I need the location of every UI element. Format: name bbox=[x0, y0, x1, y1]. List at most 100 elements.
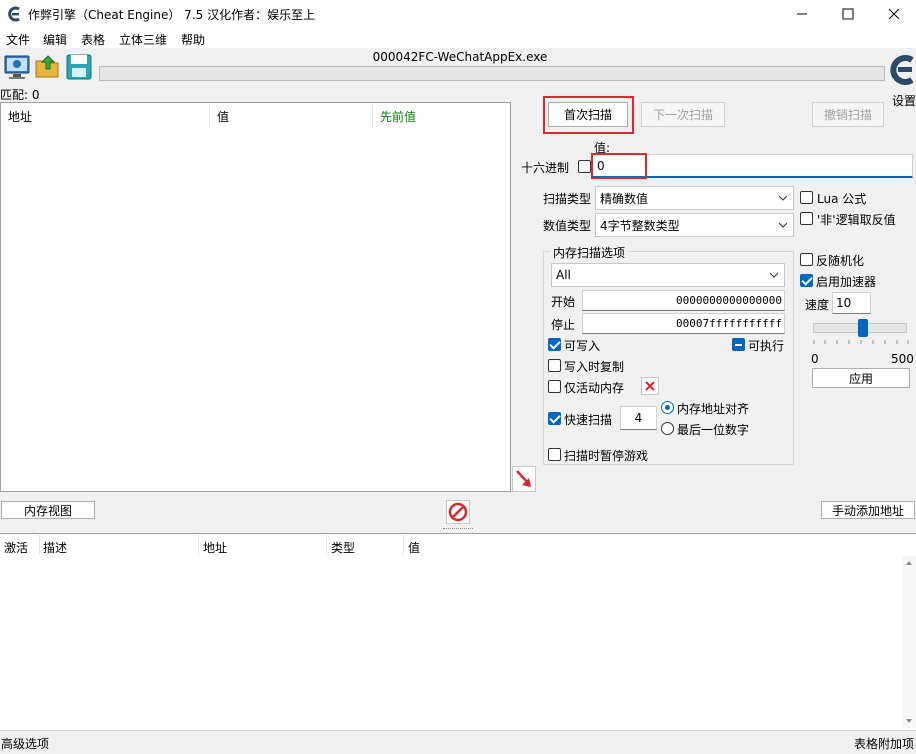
advanced-options[interactable]: 高级选项 bbox=[1, 735, 49, 752]
settings-label[interactable]: 设置 bbox=[892, 92, 916, 109]
speed-input[interactable]: 10 bbox=[832, 292, 871, 314]
scan-type-label: 扫描类型 bbox=[543, 192, 592, 206]
hex-label: 十六进制 bbox=[521, 161, 570, 175]
clear-list-button[interactable] bbox=[446, 500, 470, 524]
column-divider[interactable] bbox=[39, 535, 40, 555]
menu-file[interactable]: 文件 bbox=[6, 31, 30, 48]
chevron-down-icon bbox=[770, 272, 778, 278]
column-type[interactable]: 类型 bbox=[331, 539, 355, 556]
align-memory-radio[interactable] bbox=[661, 401, 674, 414]
column-active[interactable]: 激活 bbox=[4, 539, 28, 556]
scroll-up-icon[interactable] bbox=[902, 558, 916, 568]
active-memory-checkbox[interactable] bbox=[548, 380, 561, 393]
executable-label[interactable]: 可执行 bbox=[748, 337, 784, 354]
writable-checkbox[interactable] bbox=[548, 338, 561, 351]
column-description[interactable]: 描述 bbox=[43, 539, 67, 556]
apply-speed-button[interactable]: 应用 bbox=[812, 368, 910, 388]
unrandomizer-label[interactable]: 反随机化 bbox=[816, 252, 864, 269]
column-divider[interactable] bbox=[209, 104, 210, 126]
column-address[interactable]: 地址 bbox=[203, 539, 227, 556]
next-scan-button[interactable]: 下一次扫描 bbox=[641, 102, 725, 127]
settings-icon[interactable] bbox=[887, 52, 916, 88]
first-scan-button[interactable]: 首次扫描 bbox=[548, 102, 628, 127]
value-type-select[interactable]: 4字节整数类型 bbox=[595, 213, 794, 237]
stop-address-input[interactable]: 00007fffffffffff bbox=[582, 313, 785, 334]
red-x-icon bbox=[645, 381, 655, 391]
copy-on-write-checkbox[interactable] bbox=[548, 359, 561, 372]
writable-label[interactable]: 可写入 bbox=[564, 337, 600, 354]
clear-memory-button[interactable] bbox=[641, 377, 659, 395]
not-logic-checkbox[interactable] bbox=[800, 212, 813, 225]
pause-game-checkbox[interactable] bbox=[548, 448, 561, 461]
memory-region-value: All bbox=[556, 268, 571, 282]
scan-results-list[interactable] bbox=[0, 102, 511, 492]
scroll-down-icon[interactable] bbox=[902, 716, 916, 726]
fast-scan-alignment-input[interactable]: 4 bbox=[620, 406, 657, 430]
align-memory-label[interactable]: 内存地址对齐 bbox=[677, 400, 749, 417]
add-to-list-button[interactable] bbox=[512, 466, 536, 492]
no-sign-icon bbox=[448, 502, 468, 522]
executable-checkbox[interactable] bbox=[732, 338, 745, 351]
status-bar bbox=[0, 730, 916, 754]
cheat-engine-icon bbox=[8, 6, 20, 22]
column-divider[interactable] bbox=[326, 535, 327, 555]
column-address[interactable]: 地址 bbox=[8, 108, 32, 125]
memory-view-button[interactable]: 内存视图 bbox=[1, 501, 95, 519]
scan-type-value: 精确数值 bbox=[600, 191, 649, 206]
menu-table[interactable]: 表格 bbox=[81, 31, 105, 48]
scan-type-select[interactable]: 精确数值 bbox=[595, 186, 794, 210]
open-file-icon[interactable] bbox=[34, 53, 62, 81]
speedhack-checkbox[interactable] bbox=[800, 274, 813, 287]
not-logic-label[interactable]: '非'逻辑取反值 bbox=[817, 211, 896, 228]
close-button[interactable] bbox=[871, 0, 916, 28]
last-digit-label[interactable]: 最后一位数字 bbox=[677, 421, 749, 438]
chevron-down-icon bbox=[779, 222, 787, 228]
maximize-icon bbox=[842, 8, 854, 20]
speed-slider-thumb[interactable] bbox=[858, 319, 868, 337]
menu-d3d[interactable]: 立体三维 bbox=[119, 31, 167, 48]
column-divider[interactable] bbox=[403, 535, 404, 555]
slider-min-label: 0 bbox=[811, 352, 819, 366]
hex-checkbox[interactable] bbox=[578, 160, 591, 173]
table-extras[interactable]: 表格附加项 bbox=[854, 735, 914, 752]
fast-scan-label[interactable]: 快速扫描 bbox=[564, 411, 612, 428]
speedhack-label[interactable]: 启用加速器 bbox=[816, 273, 876, 290]
active-memory-label[interactable]: 仅活动内存 bbox=[564, 379, 624, 396]
open-process-icon[interactable] bbox=[3, 53, 31, 81]
column-value[interactable]: 值 bbox=[217, 108, 229, 125]
minimize-icon bbox=[797, 13, 807, 15]
menu-help[interactable]: 帮助 bbox=[181, 31, 205, 48]
minimize-button[interactable] bbox=[779, 0, 825, 28]
copy-on-write-label[interactable]: 写入时复制 bbox=[564, 358, 624, 375]
unrandomizer-checkbox[interactable] bbox=[800, 253, 813, 266]
column-divider[interactable] bbox=[198, 535, 199, 555]
column-previous-value[interactable]: 先前值 bbox=[380, 108, 416, 125]
window-title: 作弊引擎（Cheat Engine） 7.5 汉化作者：娱乐至上 bbox=[28, 8, 316, 22]
add-address-manually-button[interactable]: 手动添加地址 bbox=[821, 501, 915, 519]
menu-edit[interactable]: 编辑 bbox=[43, 31, 67, 48]
splitter-handle[interactable] bbox=[443, 528, 473, 530]
last-digit-radio[interactable] bbox=[661, 422, 674, 435]
start-address-input[interactable]: 0000000000000000 bbox=[582, 290, 785, 311]
slider-max-label: 500 bbox=[891, 352, 914, 366]
address-list-scrollbar[interactable] bbox=[902, 556, 916, 728]
column-divider[interactable] bbox=[372, 104, 373, 126]
value-input-highlight bbox=[591, 153, 647, 179]
arrow-down-right-icon bbox=[516, 470, 531, 487]
scan-progress-bar bbox=[99, 66, 885, 81]
lua-formula-checkbox[interactable] bbox=[800, 191, 813, 204]
slider-ticks bbox=[813, 340, 909, 344]
pause-game-label[interactable]: 扫描时暂停游戏 bbox=[564, 447, 648, 464]
match-count: 匹配: 0 bbox=[0, 88, 40, 102]
undo-scan-button[interactable]: 撤销扫描 bbox=[812, 102, 884, 127]
address-list[interactable] bbox=[0, 533, 916, 730]
maximize-button[interactable] bbox=[825, 0, 871, 28]
memory-region-select[interactable]: All bbox=[551, 263, 785, 287]
save-icon[interactable] bbox=[65, 53, 93, 81]
memory-scan-options-label: 内存扫描选项 bbox=[550, 244, 629, 261]
lua-formula-label[interactable]: Lua 公式 bbox=[817, 190, 866, 207]
column-value[interactable]: 值 bbox=[408, 539, 420, 556]
close-icon bbox=[888, 8, 900, 20]
fast-scan-checkbox[interactable] bbox=[548, 412, 561, 425]
speed-label: 速度 bbox=[805, 298, 830, 312]
